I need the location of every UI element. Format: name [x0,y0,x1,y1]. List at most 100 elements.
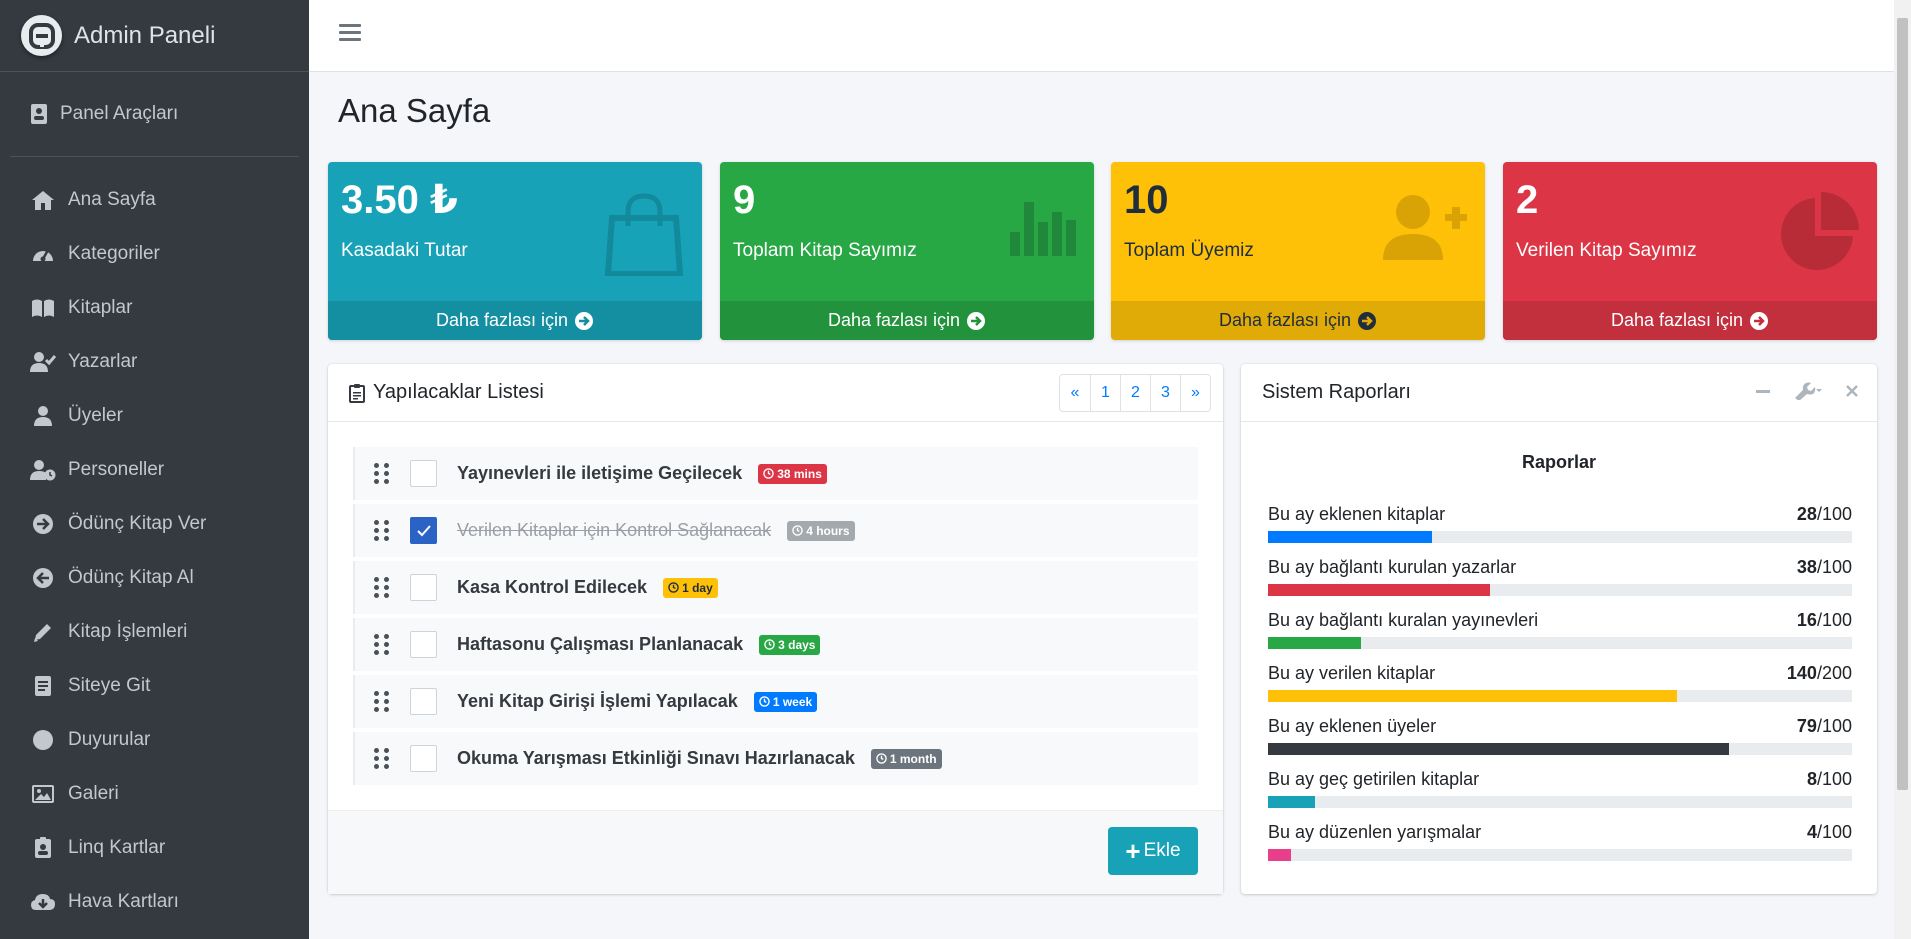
todo-item: Verilen Kitaplar için Kontrol Sağlanacak… [353,504,1198,557]
todo-time-badge: 1 month [870,748,942,769]
report-row: Bu ay geç getirilen kitaplar 8/100 [1268,769,1852,790]
sidebar-item-siteye-git[interactable]: Siteye Git [0,659,309,713]
sidebar-item-personeller[interactable]: Personeller [0,443,309,497]
drag-handle-icon[interactable] [374,520,389,541]
sidebar-item-label: Yazarlar [68,351,138,372]
stat-more-link[interactable]: Daha fazlası için [1111,301,1485,340]
report-row: Bu ay eklenen üyeler 79/100 [1268,716,1852,737]
page-scrollbar[interactable] [1894,0,1911,939]
sidebar-item-label: Ana Sayfa [68,189,156,210]
pie-chart-icon [1779,192,1859,277]
wrench-dropdown-icon[interactable] [1793,382,1823,400]
pagination-page-1[interactable]: 1 [1090,375,1120,411]
stat-box-kitap: 9 Toplam Kitap Sayımız Daha fazlası için [720,162,1094,340]
bar-chart-icon [1010,192,1076,263]
sidebar-item-label: Kitap İşlemleri [68,621,188,642]
todo-card: Yapılacaklar Listesi « 1 2 3 » Yayınevle… [328,364,1223,894]
drag-handle-icon[interactable] [374,691,389,712]
todo-checkbox[interactable] [410,574,437,601]
drag-handle-icon[interactable] [374,748,389,769]
todo-card-title: Yapılacaklar Listesi [373,381,544,403]
sidebar-item-yazarlar[interactable]: Yazarlar [0,335,309,389]
drag-handle-icon[interactable] [374,577,389,598]
stat-more-link[interactable]: Daha fazlası için [328,301,702,340]
progress-bar [1268,690,1852,702]
todo-checkbox[interactable] [410,460,437,487]
stat-more-link[interactable]: Daha fazlası için [1503,301,1877,340]
report-value: 79/100 [1796,716,1852,736]
pen-icon [30,619,56,645]
image-icon [30,781,56,807]
sidebar-item-hava-kartlari[interactable]: Hava Kartları [0,875,309,929]
report-item: Bu ay bağlantı kuralan yayınevleri 16/100 [1268,610,1852,663]
report-item: Bu ay eklenen kitaplar 28/100 [1268,504,1852,557]
sidebar-item-label: Siteye Git [68,675,151,696]
todo-item: Yayınevleri ile iletişime Geçilecek 38 m… [353,447,1198,500]
sidebar-item-kitap-islemleri[interactable]: Kitap İşlemleri [0,605,309,659]
sidebar-item-label: Personeller [68,459,165,480]
scrollbar-thumb[interactable] [1897,18,1908,790]
sidebar-item-label: Kategoriler [68,243,160,264]
sidebar-item-odunc-kitap-al[interactable]: Ödünç Kitap Al [0,551,309,605]
sidebar-item-odunc-kitap-ver[interactable]: Ödünç Kitap Ver [0,497,309,551]
clock-icon [763,468,774,479]
menu-toggle-icon[interactable] [339,24,361,46]
sidebar-item-linq-kartlar[interactable]: Linq Kartlar [0,821,309,875]
todo-text: Kasa Kontrol Edilecek [457,577,648,597]
page-title: Ana Sayfa [338,92,491,129]
shopping-bag-icon [604,192,684,281]
progress-bar [1268,849,1852,861]
progress-bar [1268,584,1852,596]
id-badge-icon [30,835,56,861]
report-row: Bu ay eklenen kitaplar 28/100 [1268,504,1852,525]
stat-more-link[interactable]: Daha fazlası için [720,301,1094,340]
todo-checkbox[interactable] [410,517,437,544]
drag-handle-icon[interactable] [374,634,389,655]
sidebar-item-kategoriler[interactable]: Kategoriler [0,227,309,281]
panel-tools-link[interactable]: Panel Araçları [0,72,309,156]
brand-link[interactable]: Admin Paneli [0,0,309,72]
user-clock-icon [30,457,56,483]
stat-box-uye: 10 Toplam Üyemiz Daha fazlası için [1111,162,1485,340]
todo-checkbox[interactable] [410,631,437,658]
home-icon [30,187,56,213]
progress-bar [1268,743,1852,755]
add-todo-label: Ekle [1143,840,1181,861]
sidebar-item-galeri[interactable]: Galeri [0,767,309,821]
user-plus-icon [1383,192,1467,267]
brand-text: Admin Paneli [74,21,216,49]
minimize-icon[interactable] [1755,383,1771,399]
progress-bar-fill [1268,690,1677,702]
pagination-prev[interactable]: « [1060,375,1090,411]
todo-text: Yeni Kitap Girişi İşlemi Yapılacak [457,691,738,711]
add-todo-button[interactable]: + Ekle [1108,827,1198,875]
progress-bar-fill [1268,849,1292,861]
sidebar-item-label: Ödünç Kitap Ver [68,513,207,534]
sidebar: Admin Paneli Panel Araçları Ana Sayfa Ka… [0,0,309,939]
sidebar-item-kitaplar[interactable]: Kitaplar [0,281,309,335]
report-item: Bu ay düzenlen yarışmalar 4/100 [1268,822,1852,875]
todo-pagination: « 1 2 3 » [1059,374,1211,412]
pagination-page-3[interactable]: 3 [1150,375,1180,411]
report-label: Bu ay eklenen kitaplar [1268,504,1446,524]
user-check-icon [30,349,56,375]
todo-checkbox[interactable] [410,688,437,715]
todo-card-header: Yapılacaklar Listesi « 1 2 3 » [328,364,1223,422]
sidebar-item-uyeler[interactable]: Üyeler [0,389,309,443]
todo-checkbox[interactable] [410,745,437,772]
reports-card-title: Sistem Raporları [1262,381,1411,403]
sidebar-item-label: Kitaplar [68,297,133,318]
report-value: 16/100 [1796,610,1852,630]
stat-more-label: Daha fazlası için [1218,310,1352,330]
sidebar-item-label: Linq Kartlar [68,837,166,858]
drag-handle-icon[interactable] [374,463,389,484]
arrow-circle-right-icon [574,311,594,331]
todo-time-badge: 3 days [759,634,821,655]
todo-text: Haftasonu Çalışması Planlanacak [457,634,744,654]
report-label: Bu ay bağlantı kuralan yayınevleri [1268,610,1539,630]
sidebar-item-duyurular[interactable]: Duyurular [0,713,309,767]
pagination-next[interactable]: » [1180,375,1210,411]
close-icon[interactable] [1845,384,1859,398]
sidebar-item-ana-sayfa[interactable]: Ana Sayfa [0,173,309,227]
pagination-page-2[interactable]: 2 [1120,375,1150,411]
